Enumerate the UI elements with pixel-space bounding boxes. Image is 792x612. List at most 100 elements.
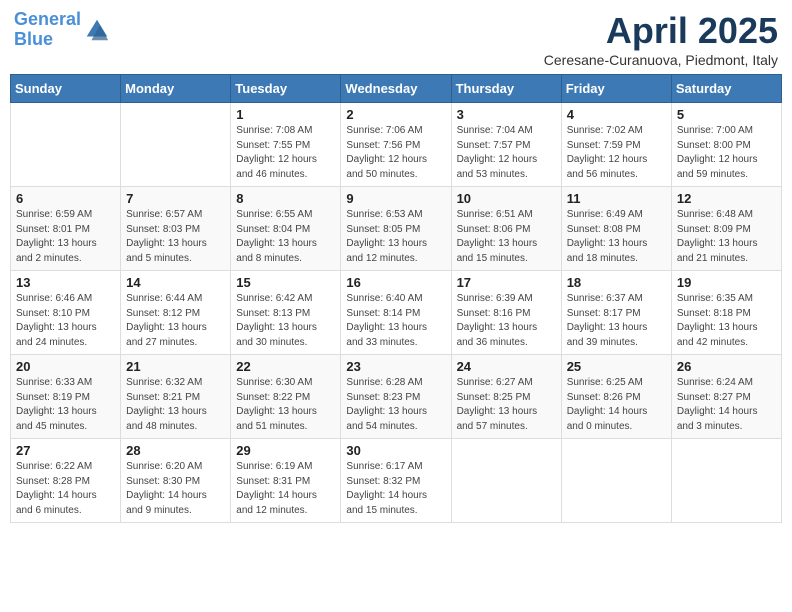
day-info: Sunrise: 6:42 AM Sunset: 8:13 PM Dayligh… [236, 292, 335, 350]
calendar-cell [671, 439, 781, 523]
weekday-header-wednesday: Wednesday [341, 75, 451, 103]
day-number: 4 [567, 107, 666, 122]
logo-icon [83, 16, 111, 44]
day-info: Sunrise: 6:19 AM Sunset: 8:31 PM Dayligh… [236, 460, 335, 518]
day-info: Sunrise: 6:22 AM Sunset: 8:28 PM Dayligh… [16, 460, 115, 518]
calendar-cell: 19 Sunrise: 6:35 AM Sunset: 8:18 PM Dayli… [671, 271, 781, 355]
title-block: April 2025 Ceresane-Curanuova, Piedmont,… [544, 10, 778, 68]
day-info: Sunrise: 6:35 AM Sunset: 8:18 PM Dayligh… [677, 292, 776, 350]
day-number: 13 [16, 275, 115, 290]
day-number: 11 [567, 191, 666, 206]
calendar-cell: 20 Sunrise: 6:33 AM Sunset: 8:19 PM Dayli… [11, 355, 121, 439]
logo-text: General Blue [14, 10, 81, 50]
day-number: 29 [236, 443, 335, 458]
day-info: Sunrise: 6:25 AM Sunset: 8:26 PM Dayligh… [567, 376, 666, 434]
weekday-header-thursday: Thursday [451, 75, 561, 103]
day-number: 25 [567, 359, 666, 374]
weekday-header-saturday: Saturday [671, 75, 781, 103]
calendar-cell [451, 439, 561, 523]
calendar-cell: 30 Sunrise: 6:17 AM Sunset: 8:32 PM Dayli… [341, 439, 451, 523]
day-number: 9 [346, 191, 445, 206]
calendar-cell: 27 Sunrise: 6:22 AM Sunset: 8:28 PM Dayli… [11, 439, 121, 523]
page-header: General Blue April 2025 Ceresane-Curanuo… [10, 10, 782, 68]
calendar-cell: 15 Sunrise: 6:42 AM Sunset: 8:13 PM Dayli… [231, 271, 341, 355]
day-info: Sunrise: 7:00 AM Sunset: 8:00 PM Dayligh… [677, 124, 776, 182]
calendar-cell: 12 Sunrise: 6:48 AM Sunset: 8:09 PM Dayli… [671, 187, 781, 271]
calendar-cell [11, 103, 121, 187]
location-subtitle: Ceresane-Curanuova, Piedmont, Italy [544, 52, 778, 68]
day-info: Sunrise: 6:39 AM Sunset: 8:16 PM Dayligh… [457, 292, 556, 350]
day-info: Sunrise: 6:28 AM Sunset: 8:23 PM Dayligh… [346, 376, 445, 434]
day-info: Sunrise: 6:20 AM Sunset: 8:30 PM Dayligh… [126, 460, 225, 518]
day-number: 23 [346, 359, 445, 374]
weekday-header-friday: Friday [561, 75, 671, 103]
calendar-cell: 16 Sunrise: 6:40 AM Sunset: 8:14 PM Dayli… [341, 271, 451, 355]
day-info: Sunrise: 7:06 AM Sunset: 7:56 PM Dayligh… [346, 124, 445, 182]
calendar-cell: 11Sunrise: 6:49 AM Sunset: 8:08 PM Dayli… [561, 187, 671, 271]
day-info: Sunrise: 7:02 AM Sunset: 7:59 PM Dayligh… [567, 124, 666, 182]
calendar-cell: 6 Sunrise: 6:59 AM Sunset: 8:01 PM Daylig… [11, 187, 121, 271]
day-info: Sunrise: 6:48 AM Sunset: 8:09 PM Dayligh… [677, 208, 776, 266]
day-info: Sunrise: 6:40 AM Sunset: 8:14 PM Dayligh… [346, 292, 445, 350]
day-info: Sunrise: 6:33 AM Sunset: 8:19 PM Dayligh… [16, 376, 115, 434]
day-number: 30 [346, 443, 445, 458]
day-number: 17 [457, 275, 556, 290]
calendar-cell: 24Sunrise: 6:27 AM Sunset: 8:25 PM Dayli… [451, 355, 561, 439]
day-number: 1 [236, 107, 335, 122]
calendar-cell: 4 Sunrise: 7:02 AM Sunset: 7:59 PM Daylig… [561, 103, 671, 187]
calendar-cell [121, 103, 231, 187]
calendar-table: SundayMondayTuesdayWednesdayThursdayFrid… [10, 74, 782, 523]
day-number: 24 [457, 359, 556, 374]
day-number: 28 [126, 443, 225, 458]
day-number: 3 [457, 107, 556, 122]
day-info: Sunrise: 6:55 AM Sunset: 8:04 PM Dayligh… [236, 208, 335, 266]
day-info: Sunrise: 6:17 AM Sunset: 8:32 PM Dayligh… [346, 460, 445, 518]
day-info: Sunrise: 6:46 AM Sunset: 8:10 PM Dayligh… [16, 292, 115, 350]
day-info: Sunrise: 7:08 AM Sunset: 7:55 PM Dayligh… [236, 124, 335, 182]
day-info: Sunrise: 6:57 AM Sunset: 8:03 PM Dayligh… [126, 208, 225, 266]
calendar-cell: 23 Sunrise: 6:28 AM Sunset: 8:23 PM Dayli… [341, 355, 451, 439]
day-number: 16 [346, 275, 445, 290]
logo: General Blue [14, 10, 111, 50]
calendar-cell: 9 Sunrise: 6:53 AM Sunset: 8:05 PM Daylig… [341, 187, 451, 271]
calendar-cell: 1 Sunrise: 7:08 AM Sunset: 7:55 PM Daylig… [231, 103, 341, 187]
calendar-cell: 14 Sunrise: 6:44 AM Sunset: 8:12 PM Dayli… [121, 271, 231, 355]
day-number: 7 [126, 191, 225, 206]
day-number: 8 [236, 191, 335, 206]
day-info: Sunrise: 6:51 AM Sunset: 8:06 PM Dayligh… [457, 208, 556, 266]
calendar-cell: 26Sunrise: 6:24 AM Sunset: 8:27 PM Dayli… [671, 355, 781, 439]
calendar-cell: 2 Sunrise: 7:06 AM Sunset: 7:56 PM Daylig… [341, 103, 451, 187]
day-info: Sunrise: 6:30 AM Sunset: 8:22 PM Dayligh… [236, 376, 335, 434]
day-info: Sunrise: 6:44 AM Sunset: 8:12 PM Dayligh… [126, 292, 225, 350]
day-number: 18 [567, 275, 666, 290]
calendar-cell: 7 Sunrise: 6:57 AM Sunset: 8:03 PM Daylig… [121, 187, 231, 271]
month-title: April 2025 [544, 10, 778, 52]
day-number: 22 [236, 359, 335, 374]
day-number: 6 [16, 191, 115, 206]
calendar-cell: 29 Sunrise: 6:19 AM Sunset: 8:31 PM Dayli… [231, 439, 341, 523]
calendar-cell: 28 Sunrise: 6:20 AM Sunset: 8:30 PM Dayli… [121, 439, 231, 523]
calendar-week-5: 27 Sunrise: 6:22 AM Sunset: 8:28 PM Dayli… [11, 439, 782, 523]
day-number: 10 [457, 191, 556, 206]
day-number: 2 [346, 107, 445, 122]
day-number: 12 [677, 191, 776, 206]
day-info: Sunrise: 6:53 AM Sunset: 8:05 PM Dayligh… [346, 208, 445, 266]
calendar-cell [561, 439, 671, 523]
day-info: Sunrise: 7:04 AM Sunset: 7:57 PM Dayligh… [457, 124, 556, 182]
day-number: 27 [16, 443, 115, 458]
calendar-cell: 21Sunrise: 6:32 AM Sunset: 8:21 PM Dayli… [121, 355, 231, 439]
day-number: 20 [16, 359, 115, 374]
day-number: 26 [677, 359, 776, 374]
day-number: 19 [677, 275, 776, 290]
day-number: 14 [126, 275, 225, 290]
day-info: Sunrise: 6:32 AM Sunset: 8:21 PM Dayligh… [126, 376, 225, 434]
calendar-cell: 10 Sunrise: 6:51 AM Sunset: 8:06 PM Dayli… [451, 187, 561, 271]
calendar-cell: 17 Sunrise: 6:39 AM Sunset: 8:16 PM Dayli… [451, 271, 561, 355]
calendar-cell: 22 Sunrise: 6:30 AM Sunset: 8:22 PM Dayli… [231, 355, 341, 439]
weekday-header-tuesday: Tuesday [231, 75, 341, 103]
day-info: Sunrise: 6:59 AM Sunset: 8:01 PM Dayligh… [16, 208, 115, 266]
day-number: 15 [236, 275, 335, 290]
weekday-header-monday: Monday [121, 75, 231, 103]
calendar-cell: 8 Sunrise: 6:55 AM Sunset: 8:04 PM Daylig… [231, 187, 341, 271]
day-info: Sunrise: 6:37 AM Sunset: 8:17 PM Dayligh… [567, 292, 666, 350]
